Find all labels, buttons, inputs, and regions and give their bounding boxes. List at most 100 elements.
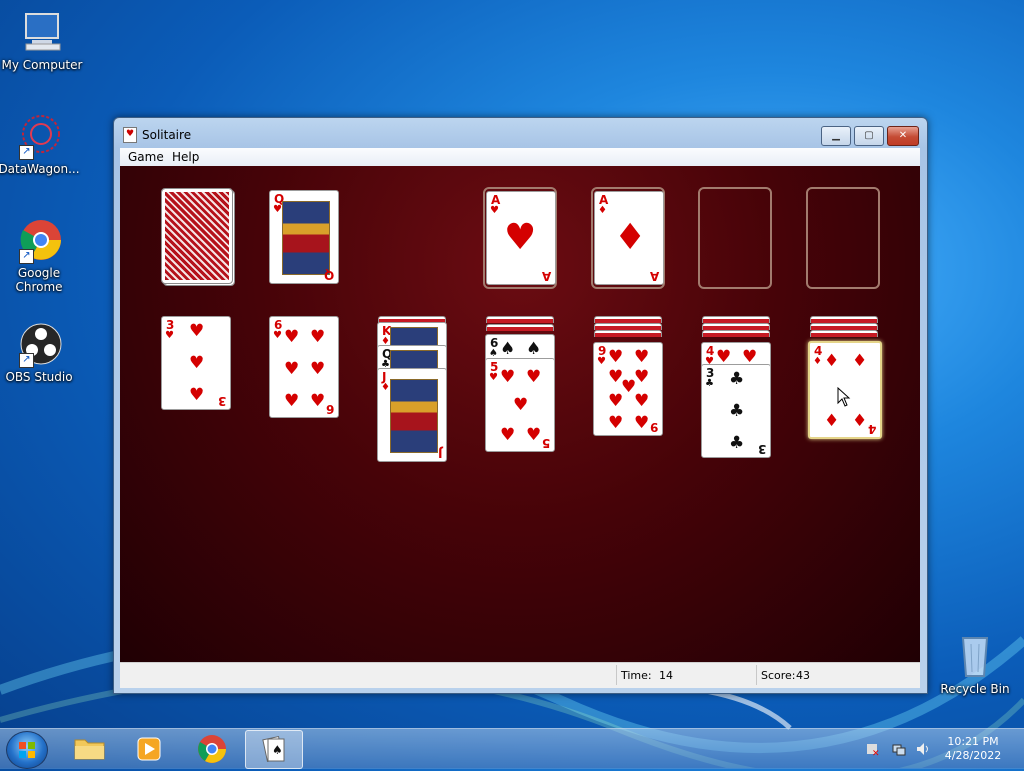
card-back — [702, 330, 770, 337]
card-back — [594, 316, 662, 323]
heart-icon: ♥ — [504, 217, 537, 258]
card-back — [486, 324, 554, 331]
game-table[interactable]: Q ♥ Q A ♥ ♥ A A ♦ ♦ A 3 ♥ ♥ ♥ ♥ 3 6 ♥ ♥ … — [120, 166, 920, 662]
network-icon[interactable] — [892, 742, 906, 756]
taskbar-solitaire[interactable]: ♠ — [245, 730, 303, 769]
obs-icon: ↗ — [15, 320, 63, 368]
heart-icon: ♥ — [189, 353, 205, 373]
minimize-button[interactable]: ▁ — [821, 126, 851, 146]
tableau-card[interactable]: 6 ♥ ♥ ♥ ♥ ♥ ♥ ♥ 6 — [269, 316, 339, 418]
time-label: Time: — [621, 669, 652, 682]
action-center-icon[interactable]: ✕ — [866, 742, 880, 756]
solitaire-window: ♥ Solitaire ▁ ▢ ✕ Game Help Q ♥ Q A ♥ ♥ … — [113, 117, 928, 694]
tableau-card[interactable]: 5 ♥ ♥ ♥ ♥ ♥ ♥ 5 — [485, 358, 555, 452]
card-rank: 4 — [867, 422, 876, 436]
heart-icon: ♥ — [310, 359, 326, 379]
computer-icon — [18, 8, 66, 56]
tableau-card[interactable]: 3 ♣ ♣ ♣ ♣ 3 — [701, 364, 771, 458]
card-suit: ♥ — [490, 205, 499, 216]
desktop-icon-datawagon[interactable]: ↗ DataWagon... — [0, 112, 81, 176]
waste-card[interactable]: Q ♥ Q — [269, 190, 339, 284]
title-bar[interactable]: ♥ Solitaire ▁ ▢ ✕ — [114, 118, 927, 148]
card-rank: A — [649, 269, 659, 283]
heart-icon: ♥ — [634, 367, 650, 387]
media-player-icon — [137, 737, 161, 761]
heart-icon: ♥ — [284, 391, 300, 411]
card-rank: 9 — [649, 420, 658, 434]
menu-game[interactable]: Game — [128, 150, 164, 164]
heart-icon: ♥ — [513, 395, 529, 415]
card-rank: 3 — [757, 442, 766, 456]
desktop-icon-label: Recycle Bin — [940, 682, 1010, 696]
desktop-icon-label: Google Chrome — [15, 266, 63, 294]
queen-face-art — [282, 201, 330, 275]
desktop-icon-label: OBS Studio — [5, 370, 73, 384]
card-rank: J — [437, 446, 442, 460]
heart-icon: ♥ — [526, 367, 542, 387]
taskbar-chrome[interactable] — [184, 730, 240, 767]
heart-icon: ♥ — [284, 359, 300, 379]
desktop-icon-label: My Computer — [1, 58, 83, 72]
heart-icon: ♥ — [310, 391, 326, 411]
heart-icon: ♥ — [526, 425, 542, 445]
heart-icon: ♥ — [608, 413, 624, 433]
tableau-card[interactable]: 3 ♥ ♥ ♥ ♥ 3 — [161, 316, 231, 410]
datawagon-icon: ↗ — [15, 112, 63, 160]
heart-icon: ♥ — [500, 367, 516, 387]
card-suit: ♥ — [273, 330, 282, 341]
card-back — [810, 316, 878, 323]
shortcut-arrow-icon: ↗ — [19, 145, 34, 160]
menu-bar: Game Help — [120, 148, 920, 166]
card-rank: 5 — [541, 436, 550, 450]
tableau-card[interactable]: J ♦ J — [377, 368, 447, 462]
taskbar-explorer[interactable] — [61, 730, 117, 767]
status-separator — [616, 665, 617, 685]
start-button[interactable] — [6, 731, 48, 769]
foundation-1[interactable]: A ♥ ♥ A — [483, 187, 557, 289]
desktop-icon-my-computer[interactable]: My Computer — [0, 8, 84, 72]
tableau-card[interactable]: 9 ♥ ♥ ♥ ♥ ♥ ♥ ♥ ♥ ♥ ♥ 9 — [593, 342, 663, 436]
desktop-icon-google-chrome[interactable]: ↗ Google Chrome — [0, 216, 81, 294]
desktop-icon-recycle-bin[interactable]: Recycle Bin — [933, 632, 1017, 696]
spade-icon: ♠ — [526, 339, 542, 359]
clock-date: 4/28/2022 — [944, 749, 1002, 762]
taskbar-media-player[interactable] — [122, 730, 178, 767]
shortcut-arrow-icon: ↗ — [19, 249, 34, 264]
card-rank: 6 — [325, 402, 334, 416]
card-rank: Q — [323, 268, 334, 282]
heart-icon: ♥ — [189, 321, 205, 341]
solitaire-app-icon: ♥ — [123, 127, 137, 143]
maximize-button[interactable]: ▢ — [854, 126, 884, 146]
card-back — [810, 330, 878, 337]
card-suit: ♥ — [597, 356, 606, 367]
clock-time: 10:21 PM — [947, 735, 999, 748]
foundation-3-empty[interactable] — [698, 187, 772, 289]
svg-text:✕: ✕ — [872, 749, 880, 756]
foundation-card[interactable]: A ♥ ♥ A — [486, 191, 556, 285]
card-suit: ♥ — [489, 372, 498, 383]
card-back — [702, 316, 770, 323]
solitaire-icon: ♠ — [262, 735, 285, 763]
score-label: Score: — [761, 669, 796, 682]
foundation-2[interactable]: A ♦ ♦ A — [591, 187, 665, 289]
foundation-card[interactable]: A ♦ ♦ A — [594, 191, 664, 285]
heart-icon: ♥ — [608, 391, 624, 411]
close-button[interactable]: ✕ — [887, 126, 919, 146]
foundation-4-empty[interactable] — [806, 187, 880, 289]
volume-icon[interactable] — [916, 742, 930, 756]
status-separator — [756, 665, 757, 685]
desktop-icon-obs-studio[interactable]: ↗ OBS Studio — [0, 320, 81, 384]
card-back — [702, 323, 770, 330]
diamond-icon: ♦ — [852, 351, 868, 371]
jack-face-art — [390, 379, 438, 453]
menu-help[interactable]: Help — [172, 150, 199, 164]
card-back — [486, 316, 554, 323]
spade-icon: ♠ — [500, 339, 516, 359]
status-bar: Time: 14 Score: 43 — [120, 662, 920, 688]
club-icon: ♣ — [729, 369, 745, 389]
card-back — [594, 323, 662, 330]
heart-icon: ♥ — [608, 347, 624, 367]
diamond-icon: ♦ — [852, 411, 868, 431]
card-back — [810, 323, 878, 330]
clock[interactable]: 10:21 PM 4/28/2022 — [940, 735, 1006, 763]
